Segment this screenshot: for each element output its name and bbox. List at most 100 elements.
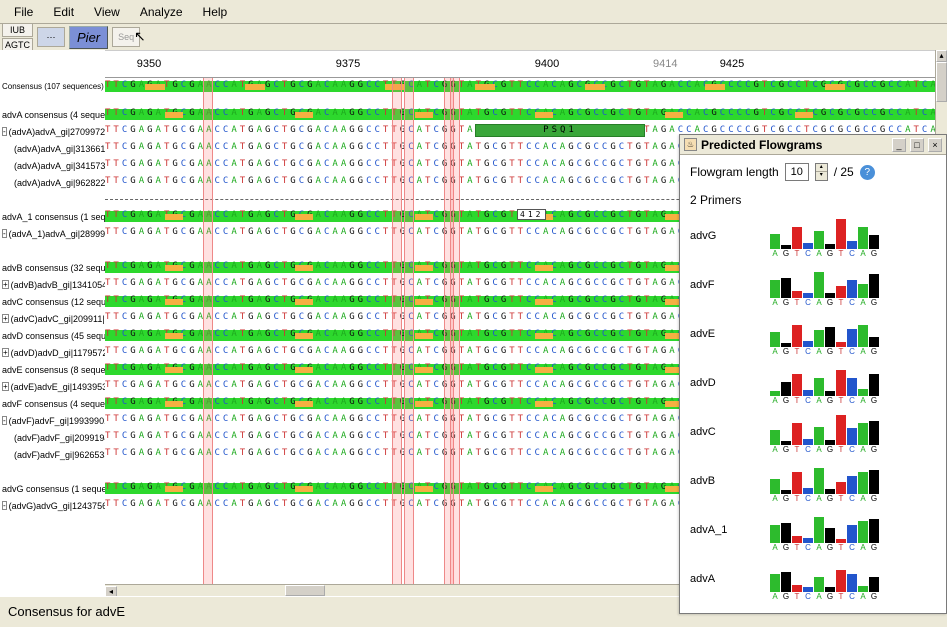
flowgram-bar: T xyxy=(836,482,846,503)
flowgram-bar: G xyxy=(825,440,835,454)
flowgram-bar: G xyxy=(869,421,879,454)
seq-label: (advA)advA_gi|341573861 xyxy=(0,157,105,174)
scroll-up-icon[interactable]: ▴ xyxy=(936,50,947,62)
seq-label: (advF)advF_gi|209919421 xyxy=(0,429,105,446)
help-icon[interactable]: ? xyxy=(860,165,875,180)
maximize-icon[interactable]: □ xyxy=(910,138,924,152)
flowgram-bar: A xyxy=(858,389,868,405)
flowgram-bar: A xyxy=(770,280,780,307)
flowgram-bar: G xyxy=(781,278,791,307)
flowgram-bar: T xyxy=(792,536,802,552)
position-marker: 412 xyxy=(517,209,546,220)
seq-label: advG consensus (1 sequence xyxy=(0,480,105,497)
seq-label xyxy=(0,242,105,259)
flowgram-bar: T xyxy=(836,539,846,552)
spin-down-icon[interactable]: ▾ xyxy=(816,172,827,180)
flowgram-bar: G xyxy=(869,519,879,552)
flowgram-bar: G xyxy=(825,587,835,601)
menu-view[interactable]: View xyxy=(84,1,130,23)
spin-up-icon[interactable]: ▴ xyxy=(816,164,827,172)
flowgram-length-spinner[interactable]: ▴ ▾ xyxy=(815,163,828,181)
flowgram-length-input[interactable] xyxy=(785,163,809,181)
flowgram-bar: A xyxy=(770,234,780,258)
iub-button[interactable]: IUB xyxy=(2,23,33,37)
pier-button[interactable]: Pier xyxy=(69,26,108,49)
flowgram-bar: G xyxy=(781,490,791,503)
flowgram-bar: A xyxy=(814,427,824,454)
flowgram-bar: C xyxy=(847,280,857,307)
close-icon[interactable]: × xyxy=(928,138,942,152)
flowgram-bar: A xyxy=(858,521,868,552)
ruler-tick: 9400 xyxy=(527,58,567,70)
expand-icon[interactable]: - xyxy=(2,501,7,510)
flowgram-row: advEAGTCAGTCAG xyxy=(680,309,946,358)
primer-annotation[interactable]: PSQ1 xyxy=(475,124,645,137)
flowgram-bar: C xyxy=(847,241,857,258)
scroll-thumb-h[interactable] xyxy=(285,585,325,596)
seq-label: advA consensus (4 sequence xyxy=(0,106,105,123)
flowgram-bar: A xyxy=(770,574,780,601)
flowgram-bar: C xyxy=(803,293,813,307)
seq-label: +(advD)advD_gi|117957257 xyxy=(0,344,105,361)
menu-analyze[interactable]: Analyze xyxy=(130,1,193,23)
flowgram-bar: C xyxy=(803,390,813,405)
expand-icon[interactable]: + xyxy=(2,348,9,357)
flowgram-controls: Flowgram length ▴ ▾ / 25 ? xyxy=(680,155,946,189)
ruler: 93509375940094259414 xyxy=(105,50,935,78)
flowgram-name: advD xyxy=(690,377,770,389)
flowgram-bar: T xyxy=(792,374,802,405)
menu-edit[interactable]: Edit xyxy=(43,1,84,23)
scroll-thumb[interactable] xyxy=(936,62,947,102)
flowgram-bar: A xyxy=(770,479,780,503)
consensus-row: TTCGAGATGCGAACCATGAGCTGCGACAAGGCCTTGCATC… xyxy=(105,78,935,95)
flowgram-bar: C xyxy=(803,488,813,503)
flowgram-bar: T xyxy=(792,227,802,258)
panel-titlebar[interactable]: ♨ Predicted Flowgrams _ □ × xyxy=(680,135,946,155)
seq-label xyxy=(0,463,105,480)
flowgram-name: advB xyxy=(690,475,770,487)
seq-label: -(advA)advA_gi|270997218 xyxy=(0,123,105,140)
flowgram-bar: T xyxy=(792,423,802,454)
expand-icon[interactable]: + xyxy=(2,314,9,323)
flowgram-bar: G xyxy=(781,441,791,454)
expand-icon[interactable]: + xyxy=(2,280,9,289)
toolbar-small-2[interactable]: Seq xyxy=(112,27,140,47)
flowgram-bar: G xyxy=(781,523,791,552)
ruler-marker: 9414 xyxy=(653,58,677,70)
flowgram-bar: C xyxy=(803,243,813,258)
flowgram-bars: AGTCAGTCAG xyxy=(770,517,879,552)
flowgram-bar: G xyxy=(781,572,791,601)
consensus-header: Consensus (107 sequences) xyxy=(0,78,105,95)
flowgram-bar: G xyxy=(781,343,791,356)
flowgram-bar: T xyxy=(792,291,802,307)
menu-help[interactable]: Help xyxy=(193,1,238,23)
toolbar-small-1[interactable]: ⋯ xyxy=(37,27,65,47)
seq-label: -(advG)advG_gi|124375682 xyxy=(0,497,105,514)
panel-title: Predicted Flowgrams xyxy=(701,138,888,152)
flowgram-bar: G xyxy=(869,274,879,307)
flowgram-row: advA_1AGTCAGTCAG xyxy=(680,505,946,554)
expand-icon[interactable]: - xyxy=(2,127,7,136)
seq-label: -(advF)advF_gi|199399012 xyxy=(0,412,105,429)
flowgram-bar: A xyxy=(858,284,868,307)
sequence-labels: Consensus (107 sequences) advA consensus… xyxy=(0,78,105,584)
flowgram-panel: ♨ Predicted Flowgrams _ □ × Flowgram len… xyxy=(679,134,947,614)
flowgram-bars: AGTCAGTCAG xyxy=(770,370,879,405)
flowgram-bar: T xyxy=(836,415,846,454)
flowgram-bar: C xyxy=(847,525,857,552)
flowgram-bar: A xyxy=(814,468,824,503)
java-icon: ♨ xyxy=(684,138,697,151)
flowgram-bar: C xyxy=(847,476,857,503)
expand-icon[interactable]: - xyxy=(2,416,7,425)
menu-file[interactable]: File xyxy=(4,1,43,23)
flowgram-bars: AGTCAGTCAG xyxy=(770,272,879,307)
seq-label: +(advB)advB_gi|134105495 xyxy=(0,276,105,293)
flowgram-bars: AGTCAGTCAG xyxy=(770,219,879,258)
flowgram-bar: T xyxy=(792,325,802,356)
expand-icon[interactable]: - xyxy=(2,229,7,238)
ruler-tick: 9425 xyxy=(712,58,752,70)
seq-label: (advF)advF_gi|9626533|re xyxy=(0,446,105,463)
minimize-icon[interactable]: _ xyxy=(892,138,906,152)
flowgram-bar: T xyxy=(836,286,846,307)
expand-icon[interactable]: + xyxy=(2,382,9,391)
